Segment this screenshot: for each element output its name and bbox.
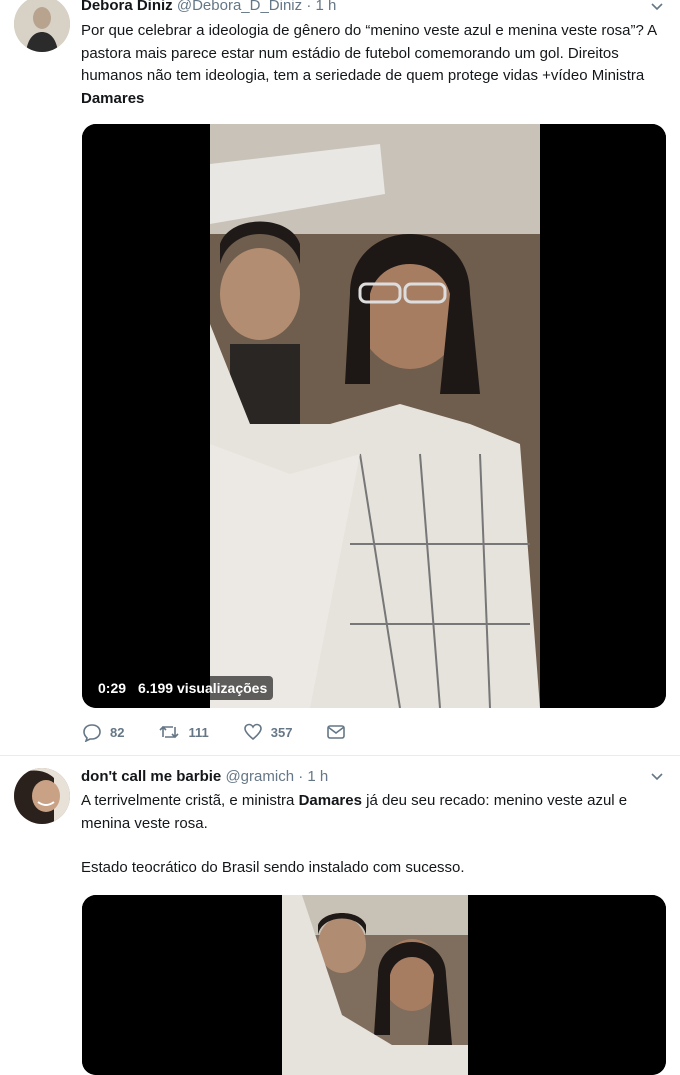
- reply-icon: [83, 724, 101, 742]
- separator: ·: [306, 0, 312, 14]
- tweet-text: A terrivelmente cristã, e ministra Damar…: [81, 790, 661, 880]
- like-count: 357: [270, 724, 293, 740]
- tweet-text-body: Por que celebrar a ideologia de gênero d…: [81, 22, 657, 84]
- tweet-text-bold[interactable]: Damares: [299, 792, 362, 809]
- reply-count: 82: [110, 724, 125, 740]
- video-player[interactable]: 0:29 6.199 visualizações: [82, 124, 666, 708]
- tweet[interactable]: Debora Diniz @Debora_D_Diniz · 1 h Por q…: [0, 0, 680, 756]
- timestamp[interactable]: 1 h: [315, 0, 336, 14]
- video-frame[interactable]: [82, 124, 666, 708]
- video-frame[interactable]: [82, 895, 666, 1075]
- like-icon: [243, 723, 262, 741]
- author-name[interactable]: don't call me barbie: [81, 768, 221, 785]
- like-button[interactable]: 357: [243, 722, 293, 742]
- chevron-down-icon[interactable]: [650, 770, 664, 784]
- tweet-header: don't call me barbie @gramich · 1 h: [81, 768, 328, 786]
- author-handle[interactable]: @gramich: [225, 768, 294, 785]
- message-button[interactable]: [326, 722, 354, 742]
- retweet-count: 111: [188, 724, 209, 740]
- chevron-down-icon[interactable]: [650, 0, 664, 14]
- video-meta: 0:29 6.199 visualizações: [92, 676, 274, 700]
- separator: ·: [298, 768, 304, 785]
- author-handle[interactable]: @Debora_D_Diniz: [177, 0, 302, 14]
- message-icon: [327, 725, 346, 739]
- avatar[interactable]: [14, 0, 70, 52]
- retweet-icon: [159, 725, 180, 739]
- tweet-header: Debora Diniz @Debora_D_Diniz · 1 h: [81, 0, 336, 15]
- avatar[interactable]: [14, 768, 70, 824]
- video-views: 6.199 visualizações: [138, 680, 268, 696]
- video-duration: 0:29: [98, 680, 127, 696]
- reply-button[interactable]: 82: [82, 722, 124, 742]
- tweet-text-bold[interactable]: Damares: [81, 90, 144, 107]
- tweet-paragraph: A terrivelmente cristã, e ministra Damar…: [81, 790, 661, 835]
- tweet-actions: 82 111 357: [82, 722, 388, 742]
- tweet-text: Por que celebrar a ideologia de gênero d…: [81, 20, 661, 110]
- timestamp[interactable]: 1 h: [307, 768, 328, 785]
- retweet-button[interactable]: 111: [158, 722, 209, 742]
- author-name[interactable]: Debora Diniz: [81, 0, 173, 14]
- tweet-paragraph: Estado teocrático do Brasil sendo instal…: [81, 859, 465, 876]
- tweet[interactable]: don't call me barbie @gramich · 1 h A te…: [0, 756, 680, 1075]
- video-player[interactable]: [82, 895, 666, 1075]
- tweet-text-body: A terrivelmente cristã, e ministra: [81, 792, 299, 809]
